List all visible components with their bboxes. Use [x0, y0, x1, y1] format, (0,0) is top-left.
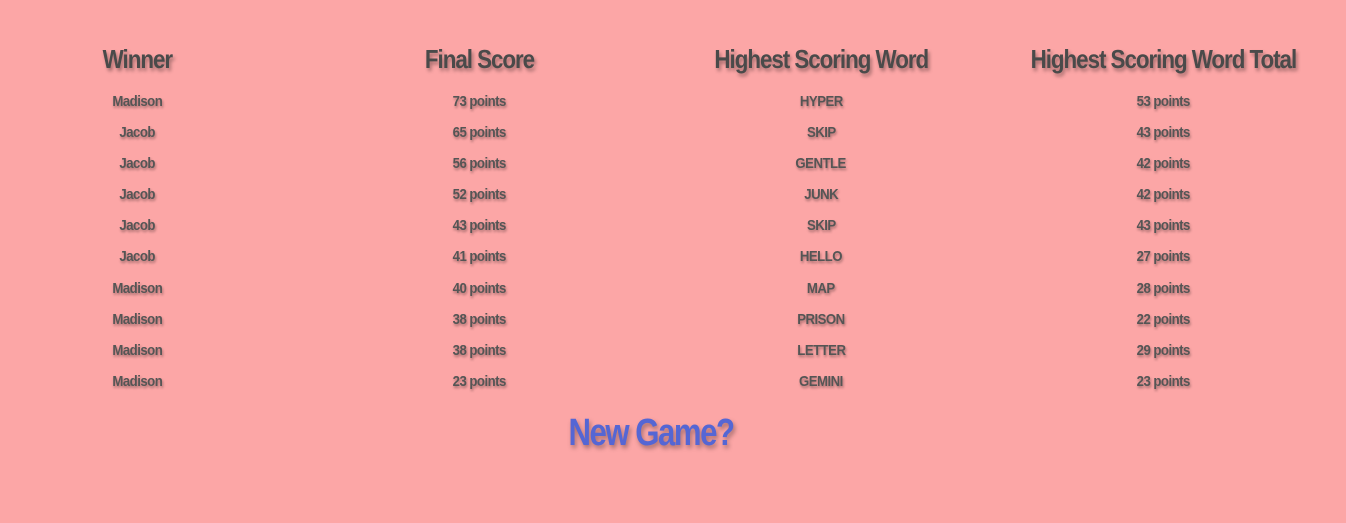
winner-cell: Jacob [119, 155, 155, 173]
winner-cell: Madison [112, 341, 162, 359]
winner-column: Winner Madison Jacob Jacob Jacob Jacob J… [0, 38, 275, 397]
highest-word-cell: PRISON [797, 310, 845, 328]
final-score-column: Final Score 73 points 65 points 56 point… [275, 38, 683, 397]
final-score-header: Final Score [424, 44, 534, 74]
highest-word-column: Highest Scoring Word HYPER SKIP GENTLE J… [683, 38, 959, 397]
highest-word-cell: GEMINI [799, 372, 843, 390]
highest-word-cell: GENTLE [795, 155, 847, 173]
winner-cell: Jacob [119, 248, 155, 266]
final-score-cell: 65 points [452, 124, 506, 142]
highest-word-total-cell: 22 points [1136, 310, 1190, 328]
final-score-cell: 41 points [452, 248, 506, 266]
highest-word-cell: SKIP [806, 217, 836, 235]
highest-word-cell: MAP [807, 279, 835, 297]
highest-word-cell: SKIP [806, 124, 836, 142]
highest-word-cell: LETTER [796, 341, 846, 359]
highest-word-total-cell: 42 points [1136, 155, 1190, 173]
winner-header: Winner [102, 44, 172, 74]
final-score-cell: 52 points [452, 186, 506, 204]
highest-word-total-cell: 53 points [1136, 93, 1190, 110]
final-score-cell: 43 points [452, 217, 506, 235]
final-score-cell: 23 points [452, 372, 506, 390]
winner-cell: Jacob [119, 186, 155, 204]
highest-word-header: Highest Scoring Word [714, 44, 929, 74]
highest-word-total-cell: 42 points [1136, 186, 1190, 204]
highest-word-cell: HELLO [799, 248, 843, 266]
final-score-cell: 38 points [452, 310, 506, 328]
winner-cell: Jacob [119, 217, 155, 235]
winner-cell: Jacob [119, 124, 155, 142]
final-score-cell: 56 points [452, 155, 506, 173]
highest-word-cell: JUNK [804, 186, 838, 204]
winner-cell: Madison [112, 93, 162, 110]
highest-word-cell: HYPER [799, 93, 843, 110]
highest-word-total-cell: 28 points [1136, 279, 1190, 297]
final-score-cell: 40 points [452, 279, 506, 297]
scoreboard-table: Winner Madison Jacob Jacob Jacob Jacob J… [0, 38, 1345, 397]
winner-cell: Madison [112, 310, 162, 328]
highest-word-total-cell: 43 points [1136, 124, 1190, 142]
highest-word-total-column: Highest Scoring Word Total 53 points 43 … [959, 38, 1346, 397]
final-score-cell: 73 points [452, 93, 506, 110]
final-score-cell: 38 points [452, 341, 506, 359]
highest-word-total-cell: 27 points [1136, 248, 1190, 266]
highest-word-total-cell: 23 points [1136, 372, 1190, 390]
new-game-button[interactable]: New Game? [117, 407, 1185, 459]
highest-word-total-header: Highest Scoring Word Total [1030, 44, 1297, 74]
highest-word-total-cell: 43 points [1136, 217, 1190, 235]
highest-word-total-cell: 29 points [1136, 341, 1190, 359]
winner-cell: Madison [112, 372, 162, 390]
winner-cell: Madison [112, 279, 162, 297]
